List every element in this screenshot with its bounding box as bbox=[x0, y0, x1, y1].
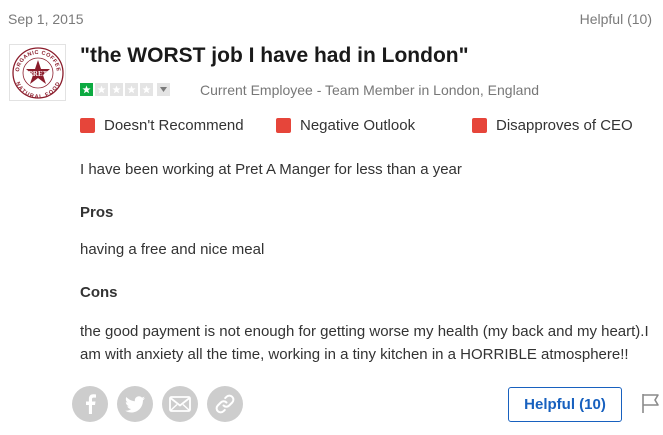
email-icon[interactable] bbox=[162, 386, 198, 422]
flag-label: Negative Outlook bbox=[300, 117, 416, 134]
negative-square-icon bbox=[472, 118, 487, 133]
review-flags: Doesn't Recommend Negative Outlook Disap… bbox=[80, 117, 655, 137]
flag-label: Doesn't Recommend bbox=[104, 117, 244, 134]
chevron-down-icon[interactable] bbox=[157, 83, 170, 96]
flag-outlook: Negative Outlook bbox=[276, 117, 415, 134]
star-icon bbox=[140, 83, 153, 96]
cons-heading: Cons bbox=[80, 284, 118, 301]
pros-heading: Pros bbox=[80, 204, 114, 221]
flag-label: Disapproves of CEO bbox=[496, 117, 633, 134]
flag-icon[interactable] bbox=[640, 392, 662, 414]
link-icon[interactable] bbox=[207, 386, 243, 422]
star-rating[interactable] bbox=[80, 83, 170, 96]
review-title[interactable]: "the WORST job I have had in London" bbox=[80, 44, 469, 68]
star-icon bbox=[80, 83, 93, 96]
negative-square-icon bbox=[80, 118, 95, 133]
helpful-count: Helpful (10) bbox=[579, 11, 652, 27]
review-date: Sep 1, 2015 bbox=[8, 11, 84, 27]
svg-text:NATURAL FOOD: NATURAL FOOD bbox=[14, 81, 62, 100]
helpful-button[interactable]: Helpful (10) bbox=[508, 387, 622, 422]
star-icon bbox=[110, 83, 123, 96]
flag-recommend: Doesn't Recommend bbox=[80, 117, 244, 134]
review-intro: I have been working at Pret A Manger for… bbox=[80, 161, 462, 178]
author-meta: Current Employee - Team Member in London… bbox=[200, 82, 540, 98]
share-buttons bbox=[72, 386, 243, 422]
company-logo[interactable]: ORGANIC COFFEE NATURAL FOOD PRET bbox=[9, 44, 66, 101]
logo-ring-bottom-text: NATURAL FOOD bbox=[14, 81, 61, 100]
cons-text: the good payment is not enough for getti… bbox=[80, 323, 649, 363]
facebook-icon[interactable] bbox=[72, 386, 108, 422]
twitter-icon[interactable] bbox=[117, 386, 153, 422]
logo-center-text: PRET bbox=[28, 70, 47, 78]
pros-text: having a free and nice meal bbox=[80, 241, 265, 258]
negative-square-icon bbox=[276, 118, 291, 133]
star-icon bbox=[125, 83, 138, 96]
star-icon bbox=[95, 83, 108, 96]
flag-ceo: Disapproves of CEO bbox=[472, 117, 633, 134]
